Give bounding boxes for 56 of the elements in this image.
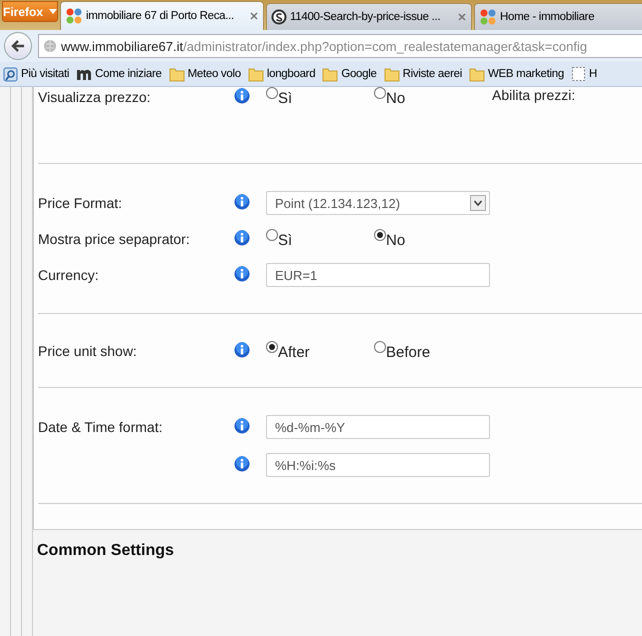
setting-label: Mostra price sepaprator: (38, 231, 191, 247)
magnifier-icon (3, 66, 18, 82)
radio-button[interactable] (374, 341, 386, 353)
flower-logo-icon (479, 8, 498, 26)
caret-icon (49, 9, 58, 14)
radio-button[interactable] (266, 341, 278, 353)
info-icon (234, 342, 250, 358)
flower-logo-icon (65, 7, 84, 25)
bookmark-item[interactable]: Meteo volo (168, 66, 241, 82)
folder-icon (384, 66, 400, 82)
info-icon (234, 266, 250, 282)
browser-tab[interactable]: Home - immobiliare (474, 3, 642, 30)
bookmark-item[interactable]: Google (322, 66, 377, 82)
bookmark-item[interactable]: WEB marketing (468, 66, 564, 82)
radio-button[interactable] (374, 229, 386, 241)
back-button[interactable] (4, 32, 32, 60)
info-icon (234, 418, 250, 434)
blank-page-icon (570, 66, 586, 82)
radio-button[interactable] (266, 229, 278, 241)
bookmark-item[interactable]: Riviste aerei (384, 66, 462, 82)
setting-label: Price Format: (38, 195, 124, 211)
setting-label: Abilita prezzi: (492, 87, 576, 105)
bookmark-item[interactable]: Come iniziare (76, 66, 162, 82)
bookmark-item[interactable]: Più visitati (3, 66, 70, 82)
setting-label: Price unit show: (38, 343, 138, 359)
radio-option[interactable]: Sì (266, 229, 374, 249)
radio-button[interactable] (266, 87, 278, 99)
folder-icon (248, 66, 264, 82)
radio-option[interactable]: After (266, 341, 374, 361)
s-logo-icon (271, 9, 288, 25)
browser-tab[interactable]: immobiliare 67 di Porto Reca... (60, 1, 264, 30)
browser-tab[interactable]: 11400-Search-by-price-issue ... (266, 3, 472, 30)
address-field[interactable]: www.immobiliare67.it/administrator/index.php?option=com_realestatemanager&task=config (38, 34, 642, 58)
input-field[interactable]: EUR=1 (266, 263, 490, 287)
setting-label: Date & Time format: (38, 419, 164, 435)
radio-option[interactable]: Before (374, 341, 482, 361)
radio-option[interactable]: No (374, 87, 482, 107)
folder-icon (168, 66, 185, 82)
setting-label: Visualizza prezzo: (38, 89, 152, 105)
input-field[interactable]: %d-%m-%Y (266, 415, 490, 439)
section-heading: Common Settings (37, 542, 175, 560)
radio-button[interactable] (374, 87, 386, 99)
info-icon (234, 230, 250, 246)
info-icon (234, 194, 250, 210)
bookmark-item[interactable]: H (570, 66, 597, 82)
radio-option[interactable]: No (374, 229, 482, 249)
bookmark-item[interactable]: longboard (248, 66, 316, 82)
setting-label: Currency: (38, 267, 100, 283)
folder-icon (468, 66, 485, 82)
back-arrow-icon (10, 38, 26, 54)
folder-icon (322, 66, 338, 82)
input-field[interactable]: %H:%i:%s (266, 453, 490, 477)
globe-icon (43, 39, 57, 53)
radio-option[interactable]: Sì (266, 87, 374, 107)
format-dropdown[interactable]: Point (12.134.123,12) (266, 191, 490, 215)
info-icon (234, 456, 250, 472)
